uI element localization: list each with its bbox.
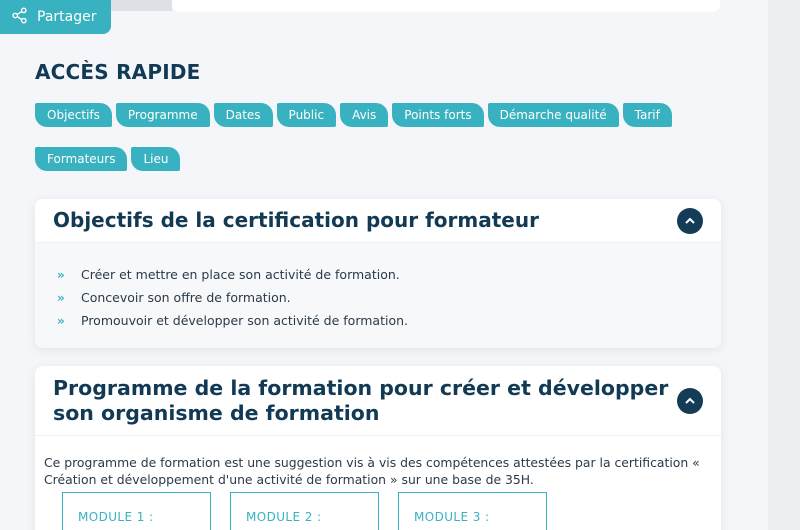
share-button[interactable]: Partager (0, 0, 111, 34)
quick-access-title: ACCÈS RAPIDE (35, 60, 201, 84)
list-item-text: Créer et mettre en place son activité de… (81, 267, 400, 282)
share-label: Partager (37, 9, 97, 25)
module-card[interactable]: MODULE 2 : (230, 492, 379, 530)
share-icon (11, 7, 28, 28)
double-chevron-icon: » (57, 313, 65, 328)
chip-tarif[interactable]: Tarif (622, 103, 672, 127)
chip-programme[interactable]: Programme (115, 103, 210, 127)
module-label: MODULE 3 : (414, 510, 490, 524)
objectives-title: Objectifs de la certification pour forma… (53, 208, 539, 232)
objectives-header[interactable]: Objectifs de la certification pour forma… (35, 199, 721, 243)
list-item: » Promouvoir et développer son activité … (35, 309, 721, 332)
chip-demarche-qualite[interactable]: Démarche qualité (487, 103, 619, 127)
quick-access-chips: Objectifs Programme Dates Public Avis Po… (35, 103, 725, 171)
chip-public[interactable]: Public (276, 103, 337, 127)
program-intro: Ce programme de formation est une sugges… (44, 455, 700, 487)
chip-objectifs[interactable]: Objectifs (35, 103, 112, 127)
module-list: MODULE 1 : MODULE 2 : MODULE 3 : (62, 492, 547, 530)
top-tab-fragment (110, 0, 172, 11)
chip-formateurs[interactable]: Formateurs (35, 147, 128, 171)
module-label: MODULE 1 : (78, 510, 154, 524)
chevron-up-icon[interactable] (677, 207, 703, 234)
list-item: » Concevoir son offre de formation. (35, 286, 721, 309)
chip-points-forts[interactable]: Points forts (392, 103, 484, 127)
chip-dates[interactable]: Dates (213, 103, 273, 127)
module-card[interactable]: MODULE 1 : (62, 492, 211, 530)
top-card-fragment (172, 0, 720, 12)
double-chevron-icon: » (57, 267, 65, 282)
double-chevron-icon: » (57, 290, 65, 305)
list-item-text: Promouvoir et développer son activité de… (81, 313, 408, 328)
list-item: » Créer et mettre en place son activité … (35, 263, 721, 286)
program-header[interactable]: Programme de la formation pour créer et … (35, 366, 721, 436)
list-item-text: Concevoir son offre de formation. (81, 290, 291, 305)
program-title: Programme de la formation pour créer et … (53, 375, 669, 425)
objectives-card: Objectifs de la certification pour forma… (35, 199, 721, 348)
chevron-up-icon[interactable] (677, 387, 703, 414)
chip-avis[interactable]: Avis (340, 103, 389, 127)
module-card[interactable]: MODULE 3 : (398, 492, 547, 530)
module-label: MODULE 2 : (246, 510, 322, 524)
chip-lieu[interactable]: Lieu (131, 147, 181, 171)
right-scroll-gutter (768, 0, 800, 530)
objectives-body: » Créer et mettre en place son activité … (35, 243, 721, 348)
